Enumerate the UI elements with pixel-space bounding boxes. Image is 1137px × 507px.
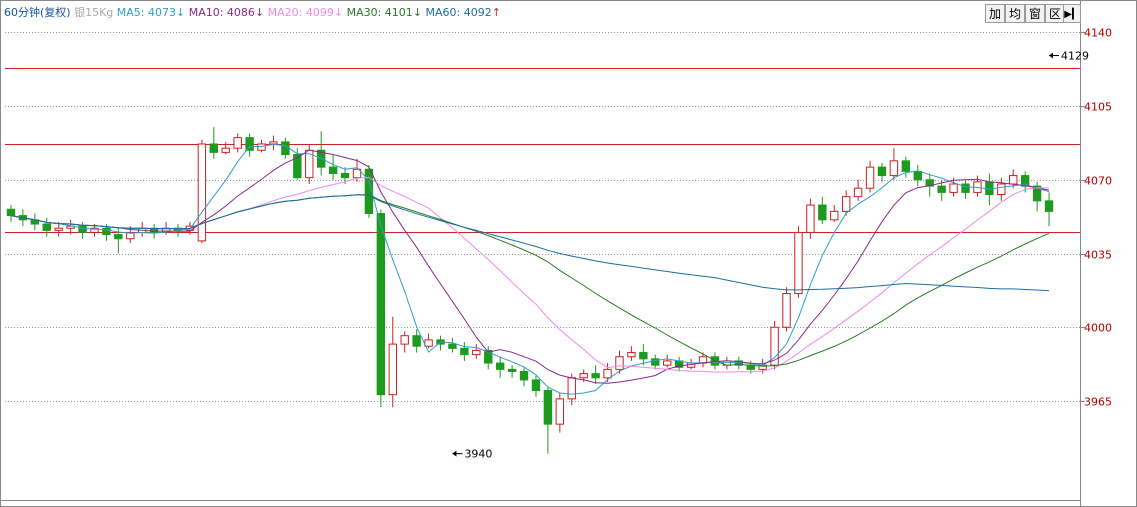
- add-indicator-button[interactable]: 加: [985, 4, 1005, 23]
- ma30-line: [10, 194, 1050, 367]
- chart-frame: [0, 0, 1137, 507]
- candle-body: [245, 137, 254, 151]
- candle-body: [78, 225, 87, 233]
- symbol-label: 银15Kg: [74, 5, 117, 19]
- candle-body: [507, 368, 517, 372]
- candle-body: [388, 343, 397, 396]
- ma5-line: [10, 143, 1050, 395]
- candle-body: [591, 373, 600, 379]
- candle-body: [639, 352, 648, 360]
- candle-body: [997, 183, 1006, 196]
- indicator-0-arrow-icon: ↓: [176, 6, 189, 19]
- candle-body: [901, 160, 911, 172]
- candle-body: [889, 160, 899, 177]
- indicator-3-arrow-icon: ↓: [413, 6, 426, 19]
- candle-body: [281, 141, 290, 156]
- annotation-arrow-icon: [1049, 52, 1054, 59]
- price-tick-label: 3965: [1084, 396, 1112, 409]
- candle-body: [269, 141, 278, 145]
- annotation-label: 3940: [464, 448, 492, 461]
- candle-body: [102, 227, 111, 236]
- indicator-header: 60分钟(复权) 银15Kg MA5: 4073↓ MA10: 4086↓ MA…: [4, 5, 501, 19]
- candle-body: [985, 181, 994, 196]
- candle-body: [555, 398, 565, 425]
- candle-body: [197, 143, 207, 242]
- candle-body: [257, 143, 266, 151]
- annotation-label: 4129: [1061, 49, 1089, 62]
- price-tick-label: 4140: [1084, 27, 1112, 40]
- play-to-end-icon[interactable]: ▶▎: [1063, 4, 1081, 23]
- candle-body: [877, 166, 887, 177]
- candle-body: [830, 210, 839, 221]
- candle-body: [913, 170, 922, 181]
- candle-body: [209, 143, 219, 153]
- range-button[interactable]: 区: [1045, 4, 1065, 23]
- candle-body: [1009, 175, 1018, 185]
- kline-chart[interactable]: 4140 4105 4070 4035 4000 3965 4129 3940 60分钟(复权)…: [0, 0, 1137, 507]
- price-tick-label: 4105: [1084, 101, 1112, 114]
- candle-body: [221, 147, 230, 153]
- candle-body: [1044, 200, 1054, 212]
- candle-body: [627, 352, 636, 358]
- indicator-4-arrow-icon: ↑: [492, 6, 501, 19]
- candle-body: [603, 368, 612, 379]
- candle-body: [663, 360, 672, 366]
- indicator-4-value: MA60: 4092: [426, 6, 492, 19]
- indicator-2-arrow-icon: ↓: [334, 6, 347, 19]
- candle-body: [782, 293, 791, 328]
- period-label: 60分钟(复权): [4, 5, 74, 19]
- candle-body: [460, 347, 469, 356]
- candle-body: [340, 172, 350, 179]
- price-tick-label: 4035: [1084, 249, 1112, 262]
- candle-body: [937, 185, 946, 193]
- indicator-2-value: MA20: 4099: [268, 6, 334, 19]
- indicator-0-value: MA5: 4073: [117, 6, 176, 19]
- candle-body: [412, 335, 421, 347]
- candle-body: [818, 204, 827, 221]
- window-button[interactable]: 窗: [1025, 4, 1045, 23]
- candle-body: [806, 204, 815, 233]
- indicator-1-arrow-icon: ↓: [255, 6, 268, 19]
- candle-body: [841, 196, 851, 212]
- indicator-3-value: MA30: 4101: [347, 6, 413, 19]
- price-tick-label: 4070: [1084, 175, 1112, 188]
- annotation-arrow-icon: [452, 450, 457, 457]
- indicator-1-value: MA10: 4086: [189, 6, 255, 19]
- candle-body: [54, 227, 63, 231]
- candle-body: [853, 187, 863, 198]
- price-tick-label: 4000: [1084, 322, 1112, 335]
- average-button[interactable]: 均: [1005, 4, 1025, 23]
- candle-body: [400, 335, 409, 345]
- candle-body: [615, 356, 624, 370]
- candle-body: [531, 379, 541, 391]
- candle-body: [448, 343, 457, 349]
- candle-body: [472, 349, 481, 356]
- candle-body: [424, 339, 433, 347]
- candle-body: [579, 373, 588, 379]
- chart-canvas: 4140 4105 4070 4035 4000 3965 4129 3940 60分钟(复权)…: [0, 0, 1137, 507]
- candle-body: [949, 183, 958, 193]
- candle-body: [233, 137, 242, 149]
- candle-body: [543, 389, 553, 425]
- candle-body: [519, 370, 529, 381]
- candle-body: [495, 362, 505, 370]
- candle-body: [376, 212, 386, 396]
- candle-body: [6, 208, 16, 217]
- candle-body: [794, 231, 803, 295]
- ma10-line: [10, 149, 1050, 384]
- candle-body: [865, 166, 875, 189]
- candle-body: [328, 166, 338, 174]
- candle-body: [961, 183, 970, 193]
- candle-body: [567, 377, 576, 400]
- ma60-line: [10, 194, 1050, 292]
- candle-body: [42, 223, 51, 231]
- candle-body: [114, 234, 123, 240]
